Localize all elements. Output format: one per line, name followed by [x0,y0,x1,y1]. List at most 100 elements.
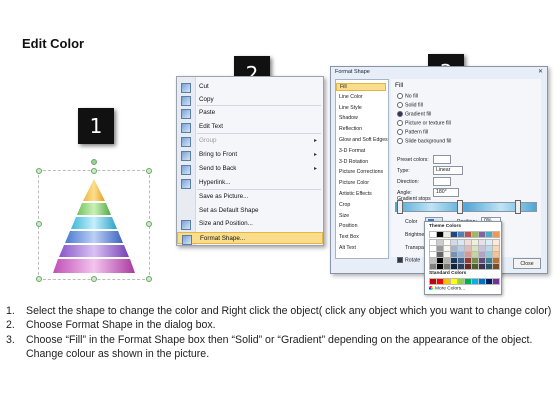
resize-handle[interactable] [36,221,42,227]
resize-handle[interactable] [146,276,152,282]
edit-text-icon [181,123,191,133]
category-item[interactable]: 3-D Format [339,148,365,154]
category-item[interactable]: Fill [336,83,386,91]
color-swatch[interactable] [492,263,500,270]
menu-item-save-as-picture[interactable]: Save as Picture... [177,191,323,203]
standard-color-swatch[interactable] [492,278,500,285]
radio-button[interactable] [397,138,403,144]
gradient-stop[interactable] [515,200,521,214]
menu-item-set-as-default-shape[interactable]: Set as Default Shape [177,205,323,217]
category-item[interactable]: Shadow [339,115,358,121]
resize-handle[interactable] [91,168,97,174]
fill-option[interactable]: No fill [397,93,418,99]
category-item[interactable]: 3-D Rotation [339,159,368,165]
preset-colors-dropdown[interactable] [433,155,451,164]
fill-option-label: Gradient fill [405,111,432,118]
menu-item-label: Set as Default Shape [199,207,259,214]
menu-item-size-and-position[interactable]: Size and Position... [177,218,323,230]
more-colors-link[interactable]: More Colors... [429,286,465,291]
menu-separator [197,189,321,190]
instruction-step: 1. Select the shape to change the color a… [6,304,554,318]
radio-button[interactable] [397,129,403,135]
context-menu: Cut Copy Paste Edit Text Group ▸ Bring to Fron… [176,76,324,246]
fill-option[interactable]: Slide background fill [397,138,451,144]
radio-button[interactable] [397,111,403,117]
color-label: Color [405,219,418,225]
menu-item-hyperlink[interactable]: Hyperlink... [177,177,323,189]
rotate-handle[interactable] [91,159,97,165]
menu-item-label: Bring to Front [199,151,238,158]
dialog-title: Format Shape [335,69,370,75]
pyramid-layer-blue [65,231,123,243]
preset-colors-label: Preset colors: [397,157,429,163]
pyramid-layer-purple [59,245,129,257]
category-item[interactable]: Glow and Soft Edges [339,137,388,143]
category-item[interactable]: Picture Color [339,180,369,186]
fill-option-label: Pattern fill [405,129,429,136]
menu-item-cut[interactable]: Cut [177,81,323,93]
category-item[interactable]: Alt Text [339,245,356,251]
instruction-step: 3. Choose “Fill” in the Format Shape box … [6,333,554,362]
fill-option-label: Solid fill [405,102,423,109]
fill-option[interactable]: Gradient fill [397,111,431,117]
radio-button[interactable] [397,102,403,108]
color-swatch[interactable] [492,231,500,238]
color-palette-popup: Theme Colors Standard Colors More Colors… [424,221,502,295]
menu-item-paste[interactable]: Paste [177,107,323,119]
pyramid-layer-green [77,203,111,215]
rotate-checkbox[interactable] [397,257,403,263]
fill-option[interactable]: Pattern fill [397,129,428,135]
resize-handle[interactable] [91,276,97,282]
resize-handle[interactable] [146,221,152,227]
scissors-icon [181,83,191,93]
menu-item-group[interactable]: Group ▸ [177,135,323,147]
menu-item-label: Copy [199,96,214,103]
fill-option[interactable]: Picture or texture fill [397,120,451,126]
more-colors-label: More Colors... [435,286,466,292]
close-button-label: Close [520,260,534,267]
menu-item-bring-to-front[interactable]: Bring to Front ▸ [177,149,323,161]
category-item[interactable]: Picture Corrections [339,169,383,175]
category-item[interactable]: Size [339,213,349,219]
resize-handle[interactable] [146,168,152,174]
size-icon [181,220,191,230]
submenu-arrow-icon: ▸ [313,138,317,144]
slide-title: Edit Color [22,36,85,51]
category-item[interactable]: Crop [339,202,350,208]
category-item[interactable]: Artistic Effects [339,191,372,197]
category-item[interactable]: Line Color [339,94,363,100]
resize-handle[interactable] [36,276,42,282]
theme-colors-heading: Theme Colors [429,224,461,229]
radio-button[interactable] [397,120,403,126]
category-item[interactable]: Text Box [339,234,359,240]
menu-item-send-to-back[interactable]: Send to Back ▸ [177,163,323,175]
color-wheel-icon [429,286,433,290]
fill-option[interactable]: Solid fill [397,102,423,108]
category-item[interactable]: Position [339,223,357,229]
submenu-arrow-icon: ▸ [313,152,317,158]
resize-handle[interactable] [36,168,42,174]
menu-item-edit-text[interactable]: Edit Text [177,121,323,133]
gradient-stop[interactable] [397,200,403,214]
direction-dropdown[interactable] [433,177,451,186]
menu-item-format-shape[interactable]: Format Shape... [177,232,323,245]
menu-item-label: Send to Back [199,165,237,172]
close-icon[interactable]: ✕ [538,68,543,75]
pyramid-shape[interactable] [39,171,149,279]
instructions: 1. Select the shape to change the color a… [6,304,554,362]
rotate-with-shape[interactable]: Rotate [397,257,420,263]
instruction-step: 2. Choose Format Shape in the dialog box. [6,318,554,332]
category-item[interactable]: Reflection [339,126,362,132]
angle-input[interactable]: 180° [433,188,459,197]
category-item[interactable]: Line Style [339,105,362,111]
close-button[interactable]: Close [513,258,541,269]
step-number: 1. [6,305,15,317]
type-dropdown[interactable]: Linear [433,166,463,175]
gradient-stop[interactable] [457,200,463,214]
pyramid-layer-magenta [53,259,135,273]
pyramid-selection-box[interactable] [36,159,152,282]
brightness-label: Brightne [405,232,425,238]
radio-button[interactable] [397,93,403,99]
fill-option-label: Slide background fill [405,138,452,145]
hyperlink-icon [181,179,191,189]
